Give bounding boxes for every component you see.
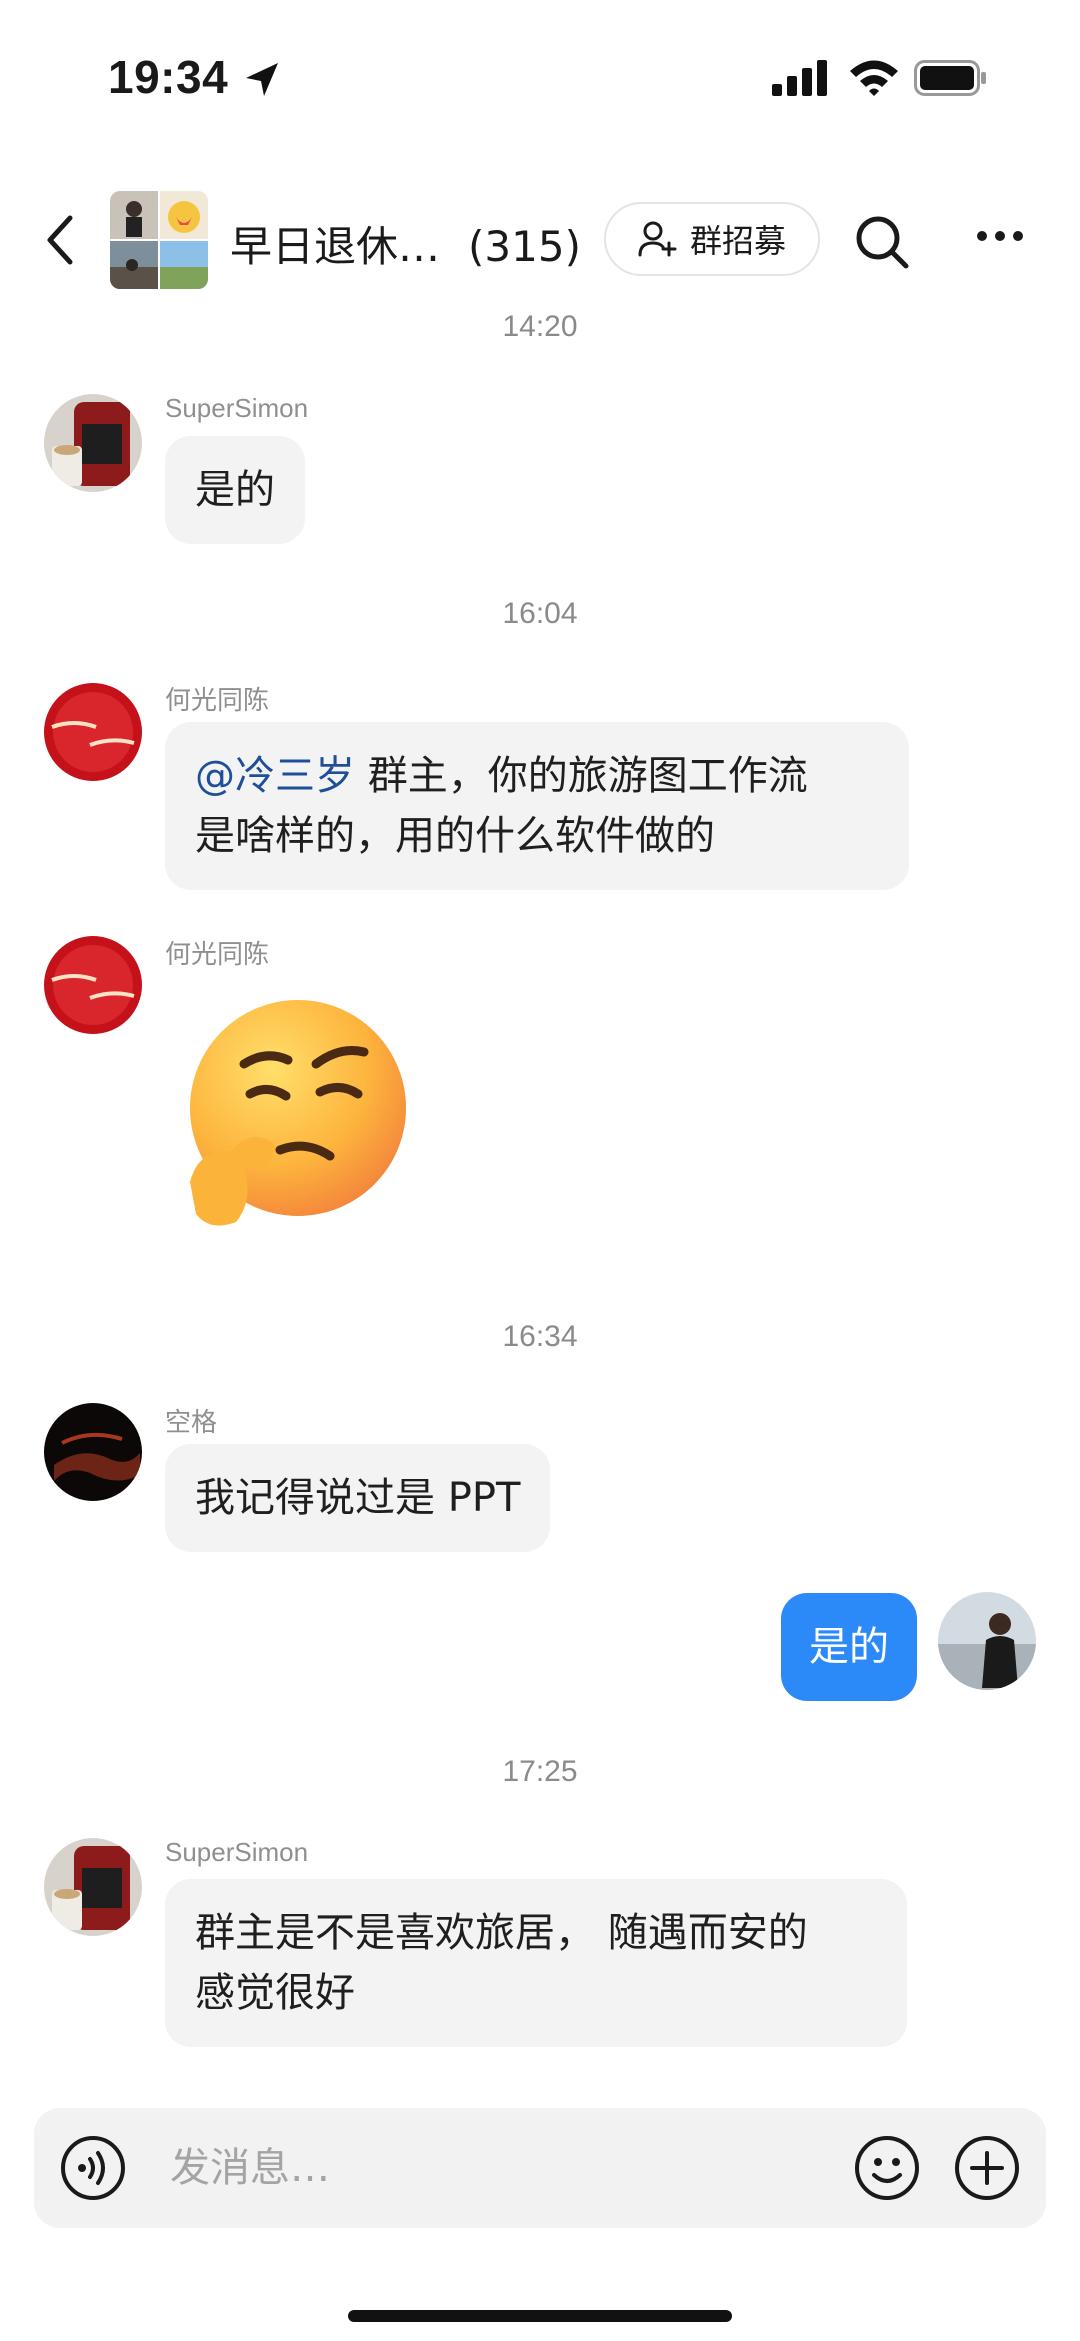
- message-timestamp: 14:20: [502, 310, 578, 343]
- message-input[interactable]: [170, 2138, 730, 2198]
- message-text: 是的: [195, 467, 275, 513]
- message-bubble[interactable]: @冷三岁 群主，你的旅游图工作流 是啥样的，用的什么软件做的: [165, 722, 909, 890]
- self-message-bubble[interactable]: 是的: [781, 1593, 917, 1701]
- sender-name: 空格: [165, 1407, 218, 1437]
- sender-name: 何光同陈: [165, 939, 270, 969]
- group-name: 早日退休…: [230, 222, 441, 271]
- message-timestamp: 16:04: [502, 597, 578, 630]
- chat-screen: 19:34 早日退休… (315) 群招募 14:20 SuperSimon 是…: [0, 0, 1080, 2341]
- avatar-heguang[interactable]: [44, 683, 142, 781]
- voice-icon[interactable]: [60, 2135, 126, 2201]
- message-bubble[interactable]: 我记得说过是 PPT: [165, 1444, 551, 1552]
- message-text: 群主，你的旅游图工作流: [355, 753, 808, 799]
- message-line: 感觉很好: [195, 1970, 355, 2016]
- message-bubble[interactable]: 群主是不是喜欢旅居， 随遇而安的 感觉很好: [165, 1879, 907, 2047]
- message-text: 我记得说过是 PPT: [195, 1475, 521, 1521]
- avatar-kongge[interactable]: [44, 1403, 142, 1501]
- add-user-icon: [638, 221, 677, 257]
- member-count: (315): [468, 222, 581, 271]
- sender-name: SuperSimon: [165, 1837, 309, 1867]
- message-line: 是啥样的，用的什么软件做的: [195, 813, 715, 859]
- status-time: 19:34: [108, 51, 229, 103]
- message-timestamp: 16:34: [502, 1320, 578, 1353]
- message-line: @冷三岁 群主，你的旅游图工作流: [195, 746, 879, 806]
- more-options-icon[interactable]: [976, 230, 1024, 242]
- wifi-icon: [850, 60, 898, 96]
- avatar-supersimon[interactable]: [44, 394, 142, 492]
- message-bubble[interactable]: 是的: [165, 436, 305, 544]
- recruit-label: 群招募: [689, 222, 786, 260]
- battery-icon: [914, 60, 986, 96]
- search-icon[interactable]: [854, 214, 910, 270]
- plus-icon[interactable]: [954, 2135, 1020, 2201]
- thinking-face-sticker[interactable]: [180, 994, 410, 1234]
- group-title[interactable]: 早日退休… (315): [230, 213, 581, 274]
- avatar-heguang[interactable]: [44, 936, 142, 1034]
- emoji-icon[interactable]: [854, 2135, 920, 2201]
- message-text: 是的: [809, 1624, 889, 1670]
- avatar-self[interactable]: [938, 1592, 1036, 1690]
- group-recruit-button[interactable]: 群招募: [604, 202, 820, 276]
- sender-name: 何光同陈: [165, 685, 270, 715]
- group-avatar[interactable]: [110, 191, 208, 289]
- message-input-bar: [34, 2108, 1046, 2228]
- message-line: 群主是不是喜欢旅居， 随遇而安的: [195, 1910, 808, 1956]
- cellular-signal-icon: [772, 60, 827, 96]
- home-indicator[interactable]: [348, 2310, 732, 2322]
- avatar-supersimon[interactable]: [44, 1838, 142, 1936]
- mention-link[interactable]: @冷三岁: [195, 753, 355, 799]
- location-arrow-icon: [246, 63, 278, 96]
- message-timestamp: 17:25: [502, 1755, 578, 1788]
- back-chevron-icon[interactable]: [40, 212, 82, 268]
- sender-name: SuperSimon: [165, 393, 309, 423]
